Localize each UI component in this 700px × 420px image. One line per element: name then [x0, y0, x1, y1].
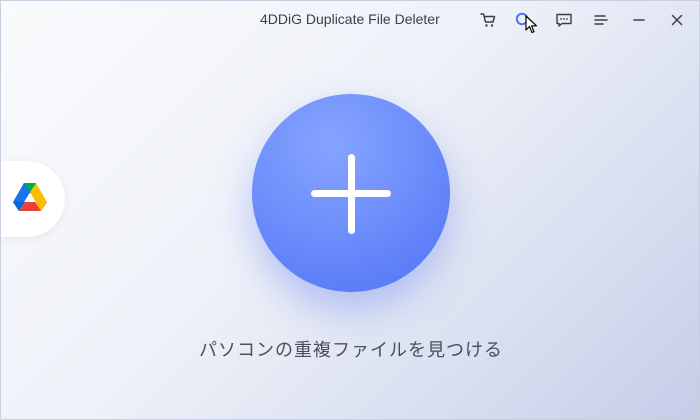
close-button[interactable] [666, 9, 688, 31]
google-drive-tab[interactable] [1, 161, 65, 237]
feedback-icon [555, 11, 573, 29]
cart-button[interactable] [477, 9, 499, 31]
app-title: 4DDiG Duplicate File Deleter [260, 11, 440, 27]
feedback-button[interactable] [553, 9, 575, 31]
menu-button[interactable] [590, 9, 612, 31]
minimize-icon [630, 11, 648, 29]
minimize-button[interactable] [628, 9, 650, 31]
cart-icon [479, 11, 497, 29]
add-folder-button[interactable] [252, 94, 450, 292]
mouse-cursor-icon [525, 15, 539, 39]
app-window: 4DDiG Duplicate File Deleter パソコンの重複ファイル… [0, 0, 700, 420]
menu-icon [592, 11, 610, 29]
scan-caption: パソコンの重複ファイルを見つける [199, 340, 503, 361]
google-drive-icon [13, 182, 47, 216]
close-icon [668, 11, 686, 29]
title-bar: 4DDiG Duplicate File Deleter [1, 1, 699, 39]
